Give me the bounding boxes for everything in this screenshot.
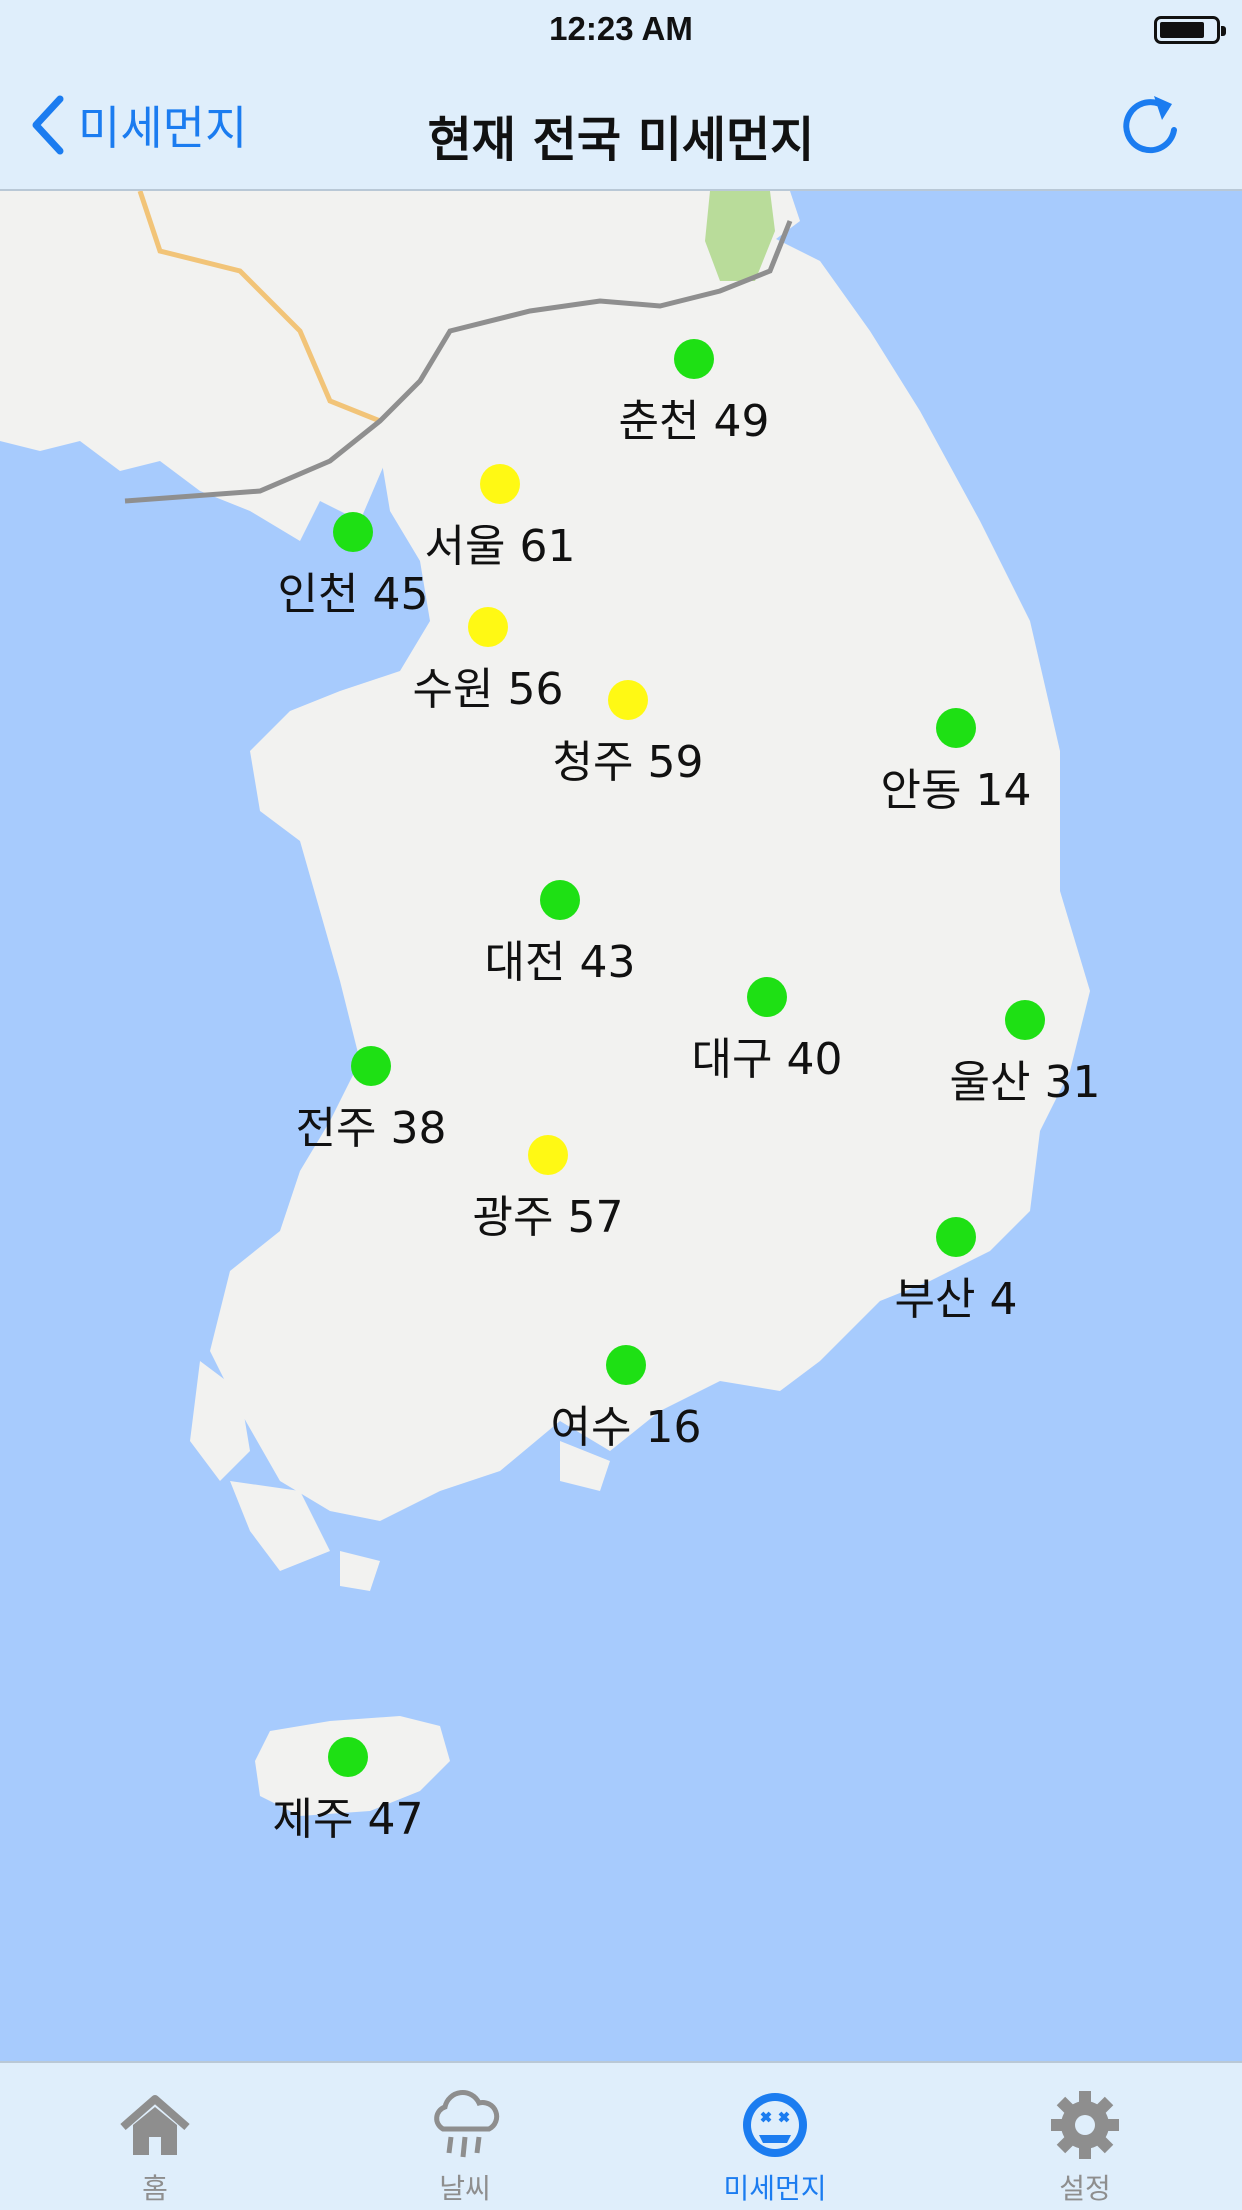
marker-dot[interactable]	[468, 607, 508, 647]
back-button[interactable]: 미세먼지	[30, 90, 247, 160]
tab-dust-label: 미세먼지	[723, 2172, 827, 2205]
navigation-bar: 미세먼지 현재 전국 미세먼지	[0, 60, 1242, 191]
marker-label: 울산 31	[949, 1057, 1101, 1108]
marker-dot[interactable]	[480, 464, 520, 504]
marker-label: 대전 43	[484, 937, 636, 988]
dust-map[interactable]: 춘천 49 서울 61 인천 45 수원 56 청주 59 안동 14 대전 43 대구 40…	[0, 191, 1242, 2061]
tab-weather[interactable]: 날씨	[310, 2063, 620, 2210]
marker-label: 전주 38	[295, 1103, 447, 1154]
marker-dot[interactable]	[674, 339, 714, 379]
tab-bar: 홈 날씨 미세먼지 설정	[0, 2061, 1242, 2208]
marker-dot[interactable]	[528, 1135, 568, 1175]
marker-dot[interactable]	[936, 708, 976, 748]
marker-label: 안동 14	[880, 765, 1032, 816]
marker-label: 제주 47	[272, 1794, 424, 1845]
marker-label: 부산 4	[894, 1274, 1018, 1325]
marker-dot[interactable]	[606, 1345, 646, 1385]
marker-dot[interactable]	[328, 1737, 368, 1777]
marker-label: 여수 16	[550, 1402, 702, 1453]
tab-weather-label: 날씨	[439, 2172, 491, 2205]
marker-label: 춘천 49	[618, 396, 770, 447]
dust-icon	[743, 2093, 807, 2157]
tab-home[interactable]: 홈	[0, 2063, 310, 2210]
weather-icon	[434, 2090, 500, 2158]
tab-dust[interactable]: 미세먼지	[620, 2063, 930, 2210]
back-button-label: 미세먼지	[78, 101, 248, 155]
marker-dot[interactable]	[351, 1046, 391, 1086]
marker-dot[interactable]	[333, 512, 373, 552]
tab-settings-label: 설정	[1059, 2172, 1111, 2205]
status-time: 12:23 AM	[549, 10, 693, 47]
home-icon	[120, 2095, 190, 2155]
marker-dot[interactable]	[1005, 1000, 1045, 1040]
tab-settings[interactable]: 설정	[930, 2063, 1240, 2210]
marker-dot[interactable]	[540, 880, 580, 920]
refresh-icon[interactable]	[1114, 90, 1186, 162]
chevron-left-icon	[32, 95, 64, 155]
marker-label: 광주 57	[472, 1192, 624, 1243]
gear-icon	[1051, 2091, 1119, 2159]
tab-home-label: 홈	[142, 2172, 168, 2205]
marker-dot[interactable]	[936, 1217, 976, 1257]
battery-icon	[1154, 16, 1226, 44]
marker-dot[interactable]	[747, 977, 787, 1017]
status-bar: 12:23 AM	[0, 0, 1242, 60]
marker-dot[interactable]	[608, 680, 648, 720]
